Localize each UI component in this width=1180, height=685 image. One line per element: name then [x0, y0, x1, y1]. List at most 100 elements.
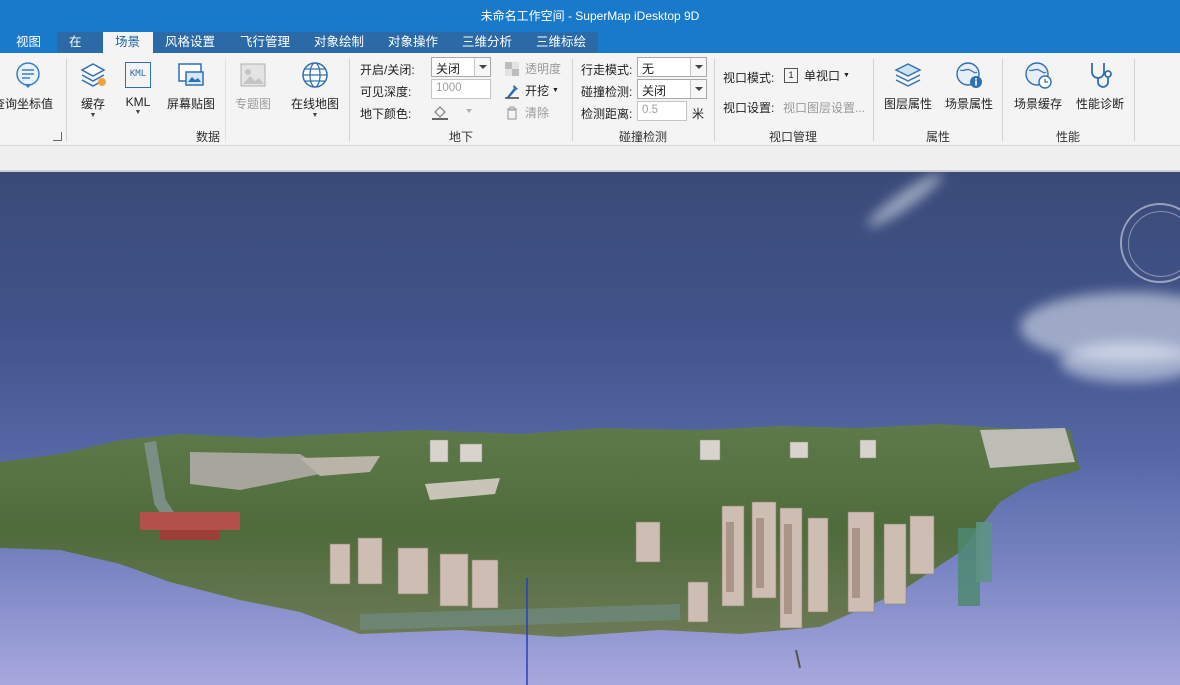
- fill-color-icon[interactable]: [431, 103, 449, 121]
- group-separator: [1134, 59, 1135, 141]
- kml-label: KML: [125, 95, 151, 109]
- group-separator: [873, 59, 874, 141]
- tab-style-settings[interactable]: 风格设置: [153, 32, 228, 53]
- ribbon-tabs: 视图 在线 场景 风格设置 飞行管理 对象绘制 对象操作 三维分析 三维标绘: [0, 32, 598, 70]
- walk-mode-value: 无: [642, 62, 655, 76]
- underground-toggle-value: 关闭: [436, 62, 461, 76]
- stethoscope-icon: [1084, 59, 1116, 91]
- tab-3d-plotting[interactable]: 三维标绘: [524, 32, 598, 53]
- group-separator: [66, 59, 67, 141]
- title-bar: 未命名工作空间 - SuperMap iDesktop 9D 视图 在线 场景 …: [0, 0, 1180, 70]
- distance-unit-label: 米: [692, 107, 705, 121]
- scene-viewport[interactable]: [0, 172, 1180, 685]
- tab-view[interactable]: 视图: [0, 32, 57, 53]
- tab-3d-analysis[interactable]: 三维分析: [450, 32, 524, 53]
- layer-properties-button[interactable]: 图层属性: [882, 59, 934, 112]
- viewport-mode-value: 单视口: [804, 69, 841, 83]
- cache-icon: [77, 59, 109, 91]
- ribbon-bottom-bar: [0, 146, 1180, 172]
- dropdown-arrow-icon[interactable]: [690, 80, 706, 98]
- clear-button[interactable]: 清除: [504, 104, 549, 121]
- chevron-down-icon: ▼: [552, 87, 559, 94]
- chevron-down-icon[interactable]: [466, 109, 472, 113]
- group-label-performance: 性能: [1055, 130, 1080, 144]
- thematic-map-icon: [237, 59, 269, 91]
- coordinate-query-icon: [12, 59, 44, 91]
- walk-mode-label: 行走模式:: [581, 63, 633, 77]
- visible-depth-input[interactable]: 1000: [431, 79, 491, 99]
- scene-properties-button[interactable]: 场景属性: [942, 59, 996, 112]
- group-separator: [572, 59, 573, 141]
- window-title: 未命名工作空间 - SuperMap iDesktop 9D: [480, 9, 700, 23]
- walk-mode-select[interactable]: 无: [637, 57, 707, 77]
- tab-object-operation[interactable]: 对象操作: [376, 32, 450, 53]
- globe-icon: [299, 59, 331, 91]
- single-viewport-icon: 1: [784, 68, 798, 83]
- chevron-down-icon: ▼: [311, 112, 319, 119]
- underground-toggle-label: 开启/关闭:: [360, 63, 415, 77]
- transparency-icon: [504, 61, 520, 77]
- detect-distance-input[interactable]: 0.5: [637, 101, 687, 121]
- clear-label: 清除: [525, 106, 550, 120]
- group-label-data: 数据: [195, 130, 220, 144]
- transparency-button[interactable]: 透明度: [504, 60, 561, 77]
- online-map-label: 在线地图: [290, 97, 339, 111]
- scene-cache-label: 场景缓存: [1013, 97, 1062, 111]
- kml-icon: KML: [122, 59, 154, 91]
- dropdown-arrow-icon[interactable]: [690, 58, 706, 76]
- scene-cache-button[interactable]: 场景缓存: [1012, 59, 1064, 112]
- viewport-mode-label: 视口模式:: [723, 71, 775, 85]
- group-separator: [349, 59, 350, 141]
- group-label-properties: 属性: [925, 130, 950, 144]
- viewport-layer-settings-button[interactable]: 视口图层设置...: [783, 99, 865, 116]
- collision-detect-select[interactable]: 关闭: [637, 79, 707, 99]
- screen-layer-label: 屏幕贴图: [166, 97, 215, 111]
- dropdown-arrow-icon[interactable]: [474, 58, 490, 76]
- scene-properties-label: 场景属性: [944, 97, 993, 111]
- group-label-collision: 碰撞检测: [618, 130, 667, 144]
- layer-properties-label: 图层属性: [883, 97, 932, 111]
- query-coordinates-label: 查询坐标值: [0, 97, 53, 111]
- online-map-button[interactable]: 在线地图 ▼: [288, 59, 342, 120]
- collision-detect-label: 碰撞检测:: [581, 85, 633, 99]
- underground-toggle-select[interactable]: 关闭: [431, 57, 491, 77]
- cache-label: 缓存: [80, 97, 105, 111]
- oblique-photography-model: [0, 424, 1080, 685]
- kml-button[interactable]: KML KML ▼: [121, 59, 155, 117]
- visible-depth-label: 可见深度:: [360, 85, 412, 99]
- tab-object-drawing[interactable]: 对象绘制: [302, 32, 376, 53]
- group-label-viewport: 视口管理: [768, 130, 817, 144]
- underground-color-label: 地下颜色:: [360, 107, 412, 121]
- tab-online[interactable]: 在线: [57, 32, 103, 70]
- transparency-label: 透明度: [525, 62, 562, 76]
- thematic-map-button[interactable]: 专题图: [231, 59, 275, 112]
- kml-icon-text: KML: [125, 62, 151, 88]
- chevron-down-icon: ▼: [89, 112, 97, 119]
- tab-scene[interactable]: 场景: [103, 32, 153, 53]
- performance-diagnosis-button[interactable]: 性能诊断: [1073, 59, 1127, 112]
- viewport-mode-button[interactable]: 1 单视口 ▼: [784, 67, 850, 84]
- thematic-map-label: 专题图: [234, 97, 271, 111]
- excavate-label: 开挖: [525, 84, 550, 98]
- performance-diagnosis-label: 性能诊断: [1075, 97, 1124, 111]
- visible-depth-value: 1000: [436, 82, 462, 94]
- group-separator: [1002, 59, 1003, 141]
- chevron-down-icon: ▼: [843, 72, 850, 79]
- trash-icon: [504, 105, 520, 121]
- group-label-underground: 地下: [448, 130, 473, 144]
- layer-stack-icon: [892, 59, 924, 91]
- group-separator: [714, 59, 715, 141]
- query-coordinates-button[interactable]: 查询坐标值: [0, 59, 58, 112]
- detect-distance-value: 0.5: [642, 104, 658, 116]
- dialog-launcher-icon[interactable]: [53, 132, 62, 141]
- screen-layer-button[interactable]: 屏幕贴图: [163, 59, 219, 112]
- tab-flight-management[interactable]: 飞行管理: [228, 32, 302, 53]
- excavate-icon: [504, 83, 520, 99]
- screen-layer-icon: [175, 59, 207, 91]
- chevron-down-icon: ▼: [134, 109, 142, 116]
- scene-info-icon: [953, 59, 985, 91]
- collision-detect-value: 关闭: [642, 84, 667, 98]
- excavate-button[interactable]: 开挖 ▼: [504, 82, 559, 99]
- cache-button[interactable]: 缓存 ▼: [76, 59, 110, 120]
- viewport-settings-label: 视口设置:: [723, 101, 775, 115]
